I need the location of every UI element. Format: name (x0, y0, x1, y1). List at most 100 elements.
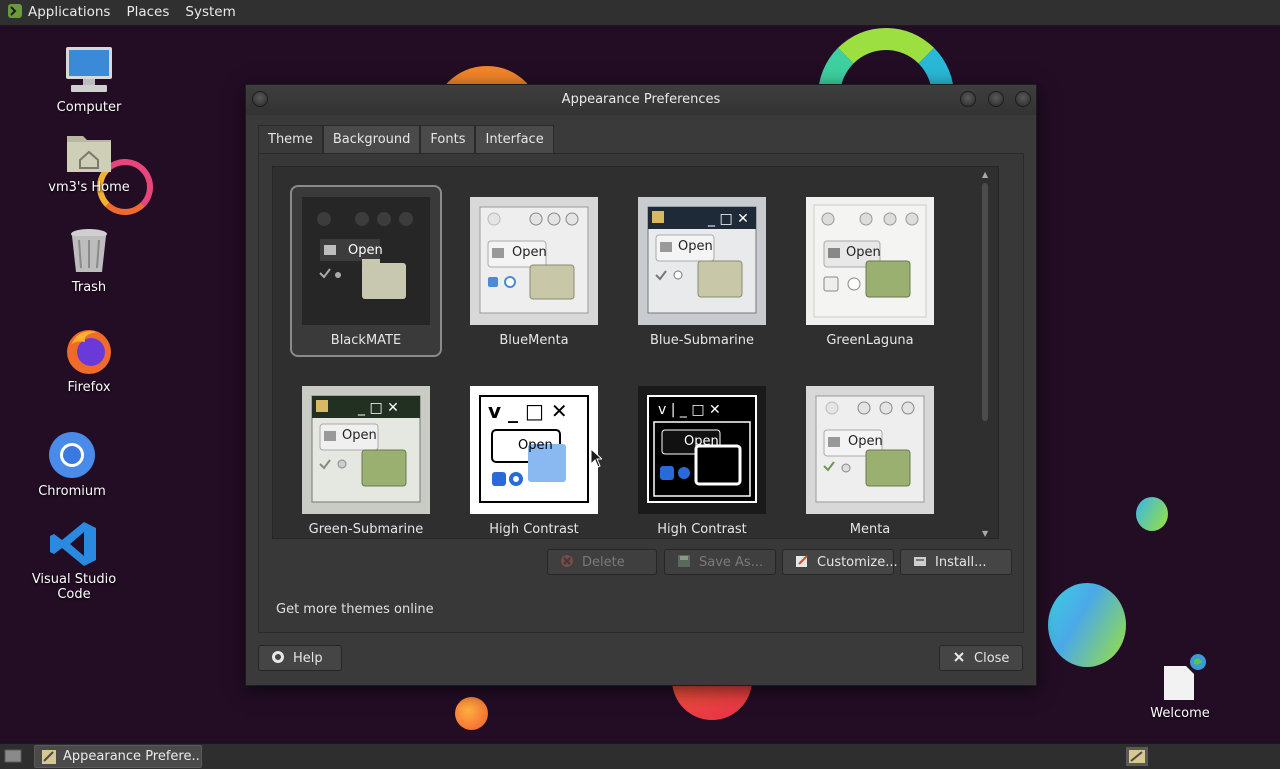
preview-open-label: Open (678, 239, 713, 254)
theme-item-blackmate[interactable]: Open BlackMATE (290, 185, 442, 357)
close-button[interactable]: Close (939, 645, 1023, 671)
tab-theme[interactable]: Theme (258, 125, 323, 155)
theme-preview-image: _ □ ✕ (311, 395, 421, 503)
theme-item-greenlaguna[interactable]: Open GreenLaguna (796, 187, 944, 348)
theme-item-high-contrast-inverse[interactable]: v | _ □ ✕ Open High Contrast (628, 376, 776, 537)
show-desktop-icon[interactable] (4, 748, 22, 764)
window-titlebar[interactable]: Appearance Preferences (246, 85, 1036, 115)
appearance-app-icon (42, 750, 56, 764)
desktop-icon-firefox[interactable]: Firefox (29, 326, 149, 395)
theme-item-menta[interactable]: Open Menta (796, 376, 944, 537)
theme-preview: Open (470, 197, 598, 325)
theme-tab-panel: Open BlackMATE Open BlueMenta _ □ ✕ Open… (258, 153, 1024, 633)
preview-open-label: Open (512, 245, 547, 260)
desktop-icon-label: vm3's Home (48, 180, 130, 195)
svg-text:v | _ □ ✕: v | _ □ ✕ (658, 402, 721, 418)
theme-list-scrollbar[interactable]: ▲ ▼ (982, 167, 990, 538)
theme-list[interactable]: Open BlackMATE Open BlueMenta _ □ ✕ Open… (272, 166, 999, 539)
desktop-icon-vscode[interactable]: Visual Studio Code (14, 520, 134, 602)
customize-label: Customize... (817, 555, 898, 570)
theme-preview-image (815, 395, 925, 503)
theme-item-green-submarine[interactable]: _ □ ✕ Open Green-Submarine (292, 376, 440, 537)
document-icon (1164, 654, 1206, 700)
vscode-icon (50, 522, 96, 566)
delete-button[interactable]: Delete (547, 549, 657, 575)
desktop-icon-computer[interactable]: Computer (29, 44, 149, 115)
install-icon (914, 557, 926, 566)
customize-icon (796, 555, 808, 567)
applications-menu[interactable]: Applications (0, 0, 118, 25)
preview-open-label: Open (684, 434, 719, 449)
theme-preview-image (479, 206, 589, 314)
desktop-icon-label: Trash (71, 280, 107, 295)
computer-icon (66, 47, 112, 92)
tab-background[interactable]: Background (322, 125, 421, 153)
customize-button[interactable]: Customize... (782, 549, 898, 575)
system-menu[interactable]: System (177, 0, 243, 25)
tab-bar: Theme Background Fonts Interface (258, 125, 554, 155)
minimize-button[interactable] (960, 91, 976, 107)
desktop-icon-label: Firefox (67, 380, 111, 395)
install-button[interactable]: Install... (900, 549, 1012, 575)
theme-preview-image: _ □ ✕ (647, 206, 757, 314)
preview-open-label: Open (848, 434, 883, 449)
get-more-themes-link[interactable]: Get more themes online (276, 602, 434, 617)
preview-open-label: Open (342, 428, 377, 443)
help-button[interactable]: Help (258, 645, 342, 671)
close-label: Close (974, 651, 1010, 666)
preview-open-label: Open (846, 245, 881, 260)
theme-preview-image: v | _ □ ✕ (647, 395, 757, 503)
scroll-down-icon[interactable]: ▼ (982, 530, 990, 538)
theme-preview: Open (302, 197, 430, 325)
theme-preview: _ □ ✕ Open (302, 386, 430, 514)
firefox-icon (67, 330, 111, 374)
chromium-icon (49, 432, 95, 478)
theme-name: Blue-Submarine (649, 333, 755, 348)
theme-item-high-contrast[interactable]: v _ □ ✕ Open High Contrast (460, 376, 608, 537)
preview-open-label: Open (518, 438, 553, 453)
scrollbar-thumb[interactable] (982, 183, 988, 421)
save-as-label: Save As... (699, 555, 764, 570)
theme-name: BlueMenta (499, 333, 569, 348)
desktop-icon-chromium[interactable]: Chromium (12, 430, 132, 499)
help-icon (272, 651, 284, 663)
places-menu[interactable]: Places (118, 0, 177, 25)
close-icon (954, 652, 964, 662)
theme-name: High Contrast (657, 522, 747, 537)
appearance-preferences-window: Appearance Preferences Theme Background … (245, 84, 1037, 686)
desktop-icon-trash[interactable]: Trash (29, 226, 149, 295)
scroll-up-icon[interactable]: ▲ (982, 171, 990, 179)
desktop-icon-label: Computer (56, 100, 122, 115)
desktop-icon-home[interactable]: vm3's Home (29, 126, 149, 195)
install-label: Install... (935, 555, 987, 570)
save-as-button[interactable]: Save As... (664, 549, 776, 575)
theme-preview: Open (806, 386, 934, 514)
svg-text:_ □ ✕: _ □ ✕ (357, 400, 399, 416)
theme-preview: Open (806, 197, 934, 325)
desktop-icon-label: Visual Studio Code (31, 572, 117, 602)
svg-text:v _ □ ✕: v _ □ ✕ (488, 399, 568, 423)
top-panel: Applications Places System (0, 0, 1280, 26)
close-window-button[interactable] (1015, 91, 1031, 107)
desktop-icon-welcome[interactable]: Welcome (1120, 654, 1240, 721)
theme-name: High Contrast (489, 522, 579, 537)
bottom-panel: Appearance Prefere... (0, 743, 1280, 769)
trash-icon (71, 229, 107, 272)
theme-item-bluementa[interactable]: Open BlueMenta (460, 187, 608, 348)
svg-text:_ □ ✕: _ □ ✕ (707, 211, 749, 227)
tab-interface[interactable]: Interface (475, 125, 554, 153)
theme-item-blue-submarine[interactable]: _ □ ✕ Open Blue-Submarine (628, 187, 776, 348)
desktop-icon-label: Chromium (38, 484, 106, 499)
window-menu-button[interactable] (252, 91, 268, 107)
home-folder-icon (67, 136, 111, 172)
tab-fonts[interactable]: Fonts (420, 125, 476, 153)
mate-logo-icon (8, 4, 22, 18)
save-icon (678, 555, 690, 567)
background-decoration (455, 697, 488, 730)
theme-name: Green-Submarine (308, 522, 424, 537)
workspace-switcher-icon[interactable] (1126, 747, 1148, 766)
maximize-button[interactable] (988, 91, 1004, 107)
window-title: Appearance Preferences (561, 92, 721, 107)
taskbar-item-appearance[interactable]: Appearance Prefere... (34, 745, 202, 768)
desktop-icon-label: Welcome (1150, 706, 1210, 721)
